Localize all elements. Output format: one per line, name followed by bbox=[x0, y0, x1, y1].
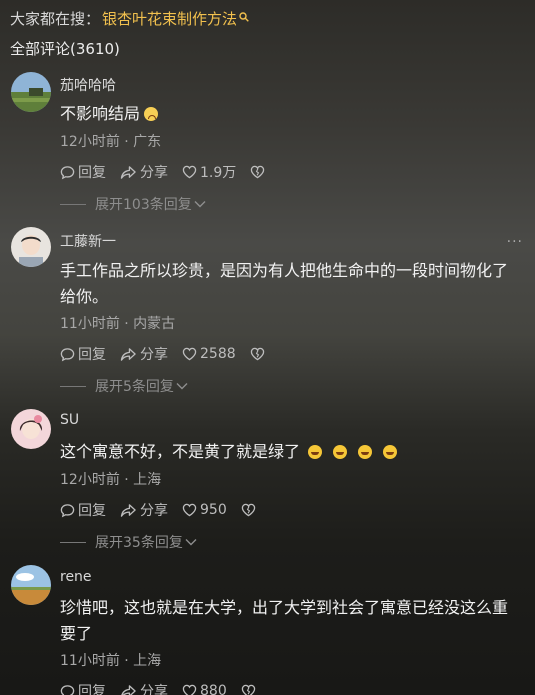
comment-meta: 11小时前 · 内蒙古 bbox=[60, 316, 176, 332]
share-button[interactable]: 分享 bbox=[120, 162, 168, 182]
comment-actions: 回复 分享 880 bbox=[60, 681, 273, 695]
share-label: 分享 bbox=[140, 347, 168, 363]
like-count: 2588 bbox=[200, 346, 236, 362]
comment-text-body: 这个寓意不好，不是黄了就是绿了 bbox=[60, 442, 301, 461]
like-button[interactable]: 880 bbox=[182, 683, 227, 695]
share-icon bbox=[121, 684, 136, 695]
expand-label: 展开35条回复 bbox=[95, 535, 183, 551]
reply-label: 回复 bbox=[78, 165, 106, 181]
avatar[interactable] bbox=[11, 409, 51, 449]
sad-face-icon bbox=[144, 107, 159, 121]
heart-icon bbox=[182, 503, 197, 517]
comment-text: 不影响结局 bbox=[60, 101, 520, 127]
reply-button[interactable]: 回复 bbox=[60, 162, 106, 182]
reply-label: 回复 bbox=[78, 503, 106, 519]
chevron-down-icon bbox=[176, 383, 188, 390]
hot-search-prefix: 大家都在搜： bbox=[10, 9, 101, 28]
chevron-down-icon bbox=[185, 539, 197, 546]
comment-actions: 回复 分享 2588 bbox=[60, 344, 282, 364]
like-count: 880 bbox=[200, 683, 227, 695]
avatar[interactable] bbox=[11, 227, 51, 267]
like-count: 1.9万 bbox=[200, 165, 237, 181]
share-label: 分享 bbox=[140, 165, 168, 181]
comment-meta: 11小时前 · 上海 bbox=[60, 653, 162, 669]
reply-button[interactable]: 回复 bbox=[60, 681, 106, 695]
dislike-button[interactable] bbox=[241, 684, 259, 695]
broken-heart-icon bbox=[251, 165, 265, 179]
reply-button[interactable]: 回复 bbox=[60, 500, 106, 520]
divider-line bbox=[60, 203, 86, 205]
avatar[interactable] bbox=[11, 565, 51, 605]
heart-icon bbox=[182, 684, 197, 695]
chevron-down-icon bbox=[194, 201, 206, 208]
comment-actions: 回复 分享 1.9万 bbox=[60, 162, 282, 182]
expand-replies[interactable]: 展开103条回复 bbox=[60, 194, 206, 214]
laughing-icon bbox=[308, 445, 323, 459]
search-icon[interactable] bbox=[239, 11, 249, 25]
username[interactable]: 茄哈哈哈 bbox=[60, 75, 116, 95]
comment-meta: 12小时前 · 广东 bbox=[60, 134, 162, 150]
heart-icon bbox=[182, 165, 197, 179]
comment-meta: 12小时前 · 上海 bbox=[60, 472, 162, 488]
share-button[interactable]: 分享 bbox=[120, 344, 168, 364]
like-button[interactable]: 1.9万 bbox=[182, 162, 236, 182]
share-button[interactable]: 分享 bbox=[120, 681, 168, 695]
share-icon bbox=[120, 347, 136, 361]
comment-count: 全部评论(3610) bbox=[10, 40, 120, 58]
broken-heart-icon bbox=[250, 347, 264, 361]
more-options-button[interactable]: ··· bbox=[507, 234, 523, 250]
share-label: 分享 bbox=[140, 684, 168, 695]
expand-replies[interactable]: 展开35条回复 bbox=[60, 532, 197, 552]
reply-icon bbox=[60, 684, 75, 695]
comment-text: 珍惜吧，这也就是在大学，出了大学到社会了寓意已经没这么重要了 bbox=[60, 598, 509, 643]
laughing-icon bbox=[333, 445, 348, 459]
reply-button[interactable]: 回复 bbox=[60, 344, 106, 364]
comment-text: 手工作品之所以珍贵，是因为有人把他生命中的一段时间物化了给你。 bbox=[60, 261, 509, 306]
share-button[interactable]: 分享 bbox=[120, 500, 168, 520]
expand-label: 展开103条回复 bbox=[95, 197, 192, 213]
comment-actions: 回复 分享 950 bbox=[60, 500, 273, 520]
like-button[interactable]: 2588 bbox=[182, 346, 236, 362]
like-count: 950 bbox=[200, 502, 227, 518]
expand-replies[interactable]: 展开5条回复 bbox=[60, 376, 188, 396]
laughing-icon bbox=[358, 445, 373, 459]
hot-search-term[interactable]: 银杏叶花束制作方法 bbox=[102, 8, 237, 29]
reply-label: 回复 bbox=[78, 347, 106, 363]
dislike-button[interactable] bbox=[241, 503, 259, 517]
username[interactable]: rene bbox=[60, 569, 92, 585]
reply-icon bbox=[60, 347, 75, 361]
username[interactable]: SU bbox=[60, 412, 79, 428]
expand-label: 展开5条回复 bbox=[95, 379, 174, 395]
comment-text-body: 不影响结局 bbox=[60, 104, 141, 123]
divider-line bbox=[60, 385, 86, 387]
reply-icon bbox=[60, 165, 75, 179]
like-button[interactable]: 950 bbox=[182, 502, 227, 518]
hot-search-bar[interactable]: 大家都在搜： 银杏叶花束制作方法 bbox=[10, 8, 249, 28]
share-label: 分享 bbox=[140, 503, 168, 519]
broken-heart-icon bbox=[241, 684, 255, 695]
divider-line bbox=[60, 541, 86, 543]
reply-label: 回复 bbox=[78, 684, 106, 695]
comment-text: 这个寓意不好，不是黄了就是绿了 bbox=[60, 439, 520, 465]
heart-icon bbox=[182, 347, 197, 361]
avatar[interactable] bbox=[11, 72, 51, 112]
reply-icon bbox=[60, 503, 75, 517]
laughing-icon bbox=[383, 445, 398, 459]
dislike-button[interactable] bbox=[250, 165, 268, 179]
share-icon bbox=[120, 165, 136, 179]
share-icon bbox=[120, 503, 136, 517]
dislike-button[interactable] bbox=[250, 347, 268, 361]
broken-heart-icon bbox=[241, 503, 255, 517]
username[interactable]: 工藤新一 bbox=[60, 231, 116, 251]
